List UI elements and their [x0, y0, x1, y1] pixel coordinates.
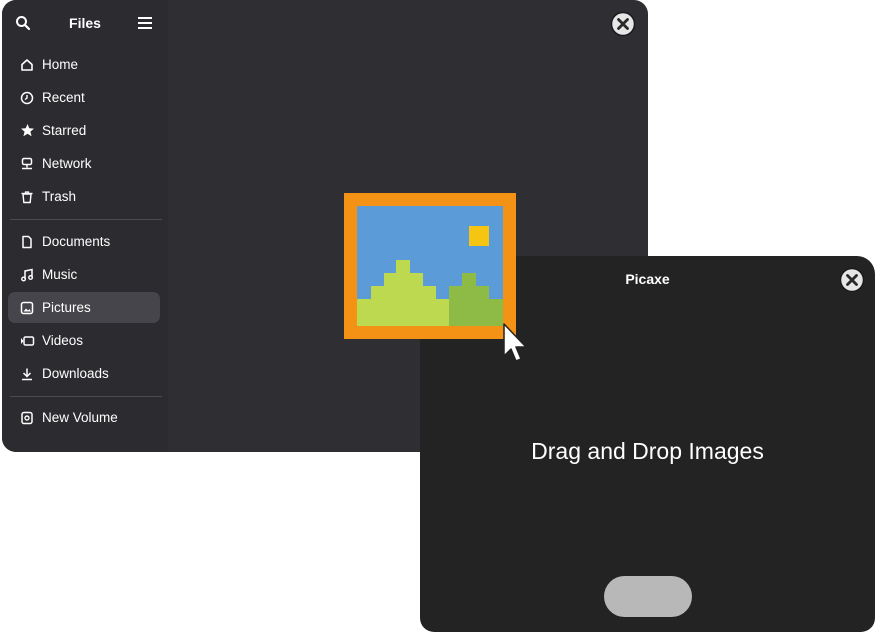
sidebar-item-label: New Volume — [42, 410, 118, 425]
sidebar-item-new-volume[interactable]: New Volume — [8, 402, 160, 433]
sidebar-item-trash[interactable]: Trash — [8, 181, 160, 212]
drive-icon — [19, 410, 35, 426]
picture-icon — [19, 300, 35, 316]
sidebar-item-network[interactable]: Network — [8, 148, 160, 179]
files-close-button[interactable] — [610, 11, 636, 37]
network-icon — [19, 156, 35, 172]
drop-hint: Drag and Drop Images — [531, 438, 764, 464]
sidebar-item-label: Home — [42, 57, 79, 72]
sidebar-item-recent[interactable]: Recent — [8, 82, 160, 113]
sidebar-item-music[interactable]: Music — [8, 259, 160, 290]
sidebar-item-starred[interactable]: Starred — [8, 115, 160, 146]
sidebar-item-pictures[interactable]: Pictures — [8, 292, 160, 323]
video-icon — [19, 333, 35, 349]
sidebar-item-label: Music — [42, 267, 78, 282]
sidebar-divider — [10, 219, 162, 220]
sun-shape — [469, 226, 489, 246]
home-icon — [19, 57, 35, 73]
music-icon — [19, 267, 35, 283]
sidebar-item-label: Starred — [42, 123, 87, 138]
download-icon — [19, 366, 35, 382]
sidebar-item-label: Pictures — [42, 300, 91, 315]
sidebar-item-documents[interactable]: Documents — [8, 226, 160, 257]
document-icon — [19, 234, 35, 250]
sidebar-item-label: Downloads — [42, 366, 109, 381]
sidebar-item-label: Recent — [42, 90, 85, 105]
close-icon — [610, 11, 636, 37]
mouse-pointer-icon — [502, 322, 530, 371]
files-header: Files — [2, 0, 168, 46]
trash-icon — [19, 189, 35, 205]
close-icon — [839, 267, 865, 293]
sidebar-divider — [10, 396, 162, 397]
star-icon — [19, 123, 35, 139]
open-button[interactable] — [604, 576, 692, 617]
picaxe-close-button[interactable] — [839, 267, 865, 293]
sidebar-item-videos[interactable]: Videos — [8, 325, 160, 356]
files-sidebar: Files Home Recent Starred Network Trash … — [2, 0, 168, 452]
sidebar-item-downloads[interactable]: Downloads — [8, 358, 160, 389]
sidebar-item-label: Trash — [42, 189, 77, 204]
menu-icon[interactable] — [135, 13, 155, 33]
sidebar-item-label: Videos — [42, 333, 84, 348]
sidebar-item-home[interactable]: Home — [8, 49, 160, 80]
dragged-image-icon[interactable] — [344, 193, 516, 339]
clock-icon — [19, 90, 35, 106]
sidebar-item-label: Network — [42, 156, 92, 171]
sidebar-item-label: Documents — [42, 234, 111, 249]
